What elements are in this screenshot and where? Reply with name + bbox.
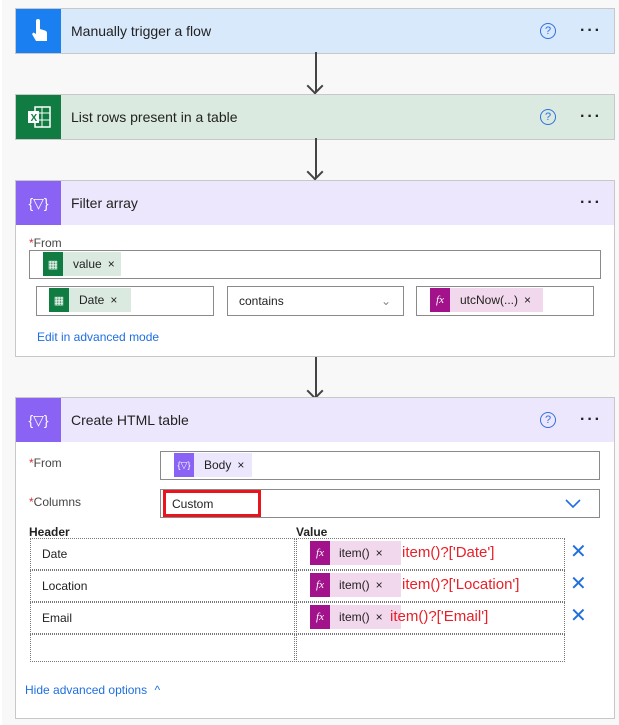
delete-row-icon[interactable]: ✕ xyxy=(570,571,587,596)
step-title: Manually trigger a flow xyxy=(71,23,212,39)
connector-arrow xyxy=(315,52,317,92)
columns-label: *Columns xyxy=(29,495,82,509)
remove-token-icon[interactable]: × xyxy=(376,578,383,592)
step-title: List rows present in a table xyxy=(71,109,238,125)
svg-text:X: X xyxy=(30,113,37,124)
item-token: fx item() × xyxy=(310,605,401,629)
connector-arrow xyxy=(315,138,317,178)
header-input[interactable]: Location xyxy=(30,570,295,602)
item-token: fx item() × xyxy=(310,573,401,597)
value-token: ▦ value × xyxy=(43,252,121,276)
fx-icon: fx xyxy=(310,573,330,597)
delete-row-icon[interactable]: ✕ xyxy=(570,539,587,564)
filter-array-icon: {▽} xyxy=(16,181,61,225)
step-title: Filter array xyxy=(71,195,138,211)
expression-annotation: item()?['Email'] xyxy=(390,608,489,625)
fx-icon: fx xyxy=(430,288,450,312)
more-options-icon[interactable]: ··· xyxy=(580,194,602,212)
excel-icon: ▦ xyxy=(49,288,69,312)
chevron-down-icon: ⌄ xyxy=(380,294,391,308)
edit-advanced-mode-link[interactable]: Edit in advanced mode xyxy=(37,330,159,344)
remove-token-icon[interactable]: × xyxy=(524,293,531,307)
step-list-rows[interactable]: X List rows present in a table ? ··· xyxy=(15,94,615,140)
remove-token-icon[interactable]: × xyxy=(237,458,244,472)
utcnow-token: fx utcNow(...) × xyxy=(430,288,544,312)
delete-row-icon[interactable]: ✕ xyxy=(570,603,587,628)
date-token: ▦ Date × xyxy=(49,288,132,312)
step-title: Create HTML table xyxy=(71,412,189,428)
help-icon[interactable]: ? xyxy=(540,109,557,125)
body-token: {▽} Body × xyxy=(174,453,253,477)
help-icon[interactable]: ? xyxy=(540,412,557,428)
hand-pointer-icon xyxy=(16,9,61,53)
remove-token-icon[interactable]: × xyxy=(376,610,383,624)
expression-annotation: item()?['Location'] xyxy=(402,576,520,593)
from-label: *From xyxy=(29,236,62,250)
step-manual-trigger[interactable]: Manually trigger a flow ? ··· xyxy=(15,8,615,54)
hide-advanced-options-link[interactable]: Hide advanced options ^ xyxy=(25,683,160,697)
remove-token-icon[interactable]: × xyxy=(376,546,383,560)
header-input-empty[interactable] xyxy=(30,634,295,662)
filter-array-icon: {▽} xyxy=(174,453,194,477)
value-input-empty[interactable] xyxy=(296,634,565,662)
chevron-down-icon[interactable] xyxy=(565,497,581,509)
header-column-label: Header xyxy=(29,525,70,539)
columns-value-highlight: Custom xyxy=(163,490,261,517)
chevron-up-icon: ^ xyxy=(154,683,161,697)
fx-icon: fx xyxy=(310,541,330,565)
more-options-icon[interactable]: ··· xyxy=(580,22,602,40)
remove-token-icon[interactable]: × xyxy=(108,257,115,271)
header-input[interactable]: Date xyxy=(30,538,295,570)
from-label: *From xyxy=(29,456,62,470)
header-input[interactable]: Email xyxy=(30,602,295,634)
connector-arrow xyxy=(315,357,317,397)
fx-icon: fx xyxy=(310,605,330,629)
more-options-icon[interactable]: ··· xyxy=(580,108,602,126)
value-column-label: Value xyxy=(296,525,328,539)
remove-token-icon[interactable]: × xyxy=(110,293,117,307)
operator-dropdown[interactable]: contains ⌄ xyxy=(227,286,404,316)
help-icon[interactable]: ? xyxy=(540,23,557,39)
filter-array-icon: {▽} xyxy=(16,398,61,442)
expression-annotation: item()?['Date'] xyxy=(402,544,495,561)
excel-icon: ▦ xyxy=(43,252,63,276)
more-options-icon[interactable]: ··· xyxy=(580,411,602,429)
item-token: fx item() × xyxy=(310,541,401,565)
excel-icon: X xyxy=(16,95,61,139)
